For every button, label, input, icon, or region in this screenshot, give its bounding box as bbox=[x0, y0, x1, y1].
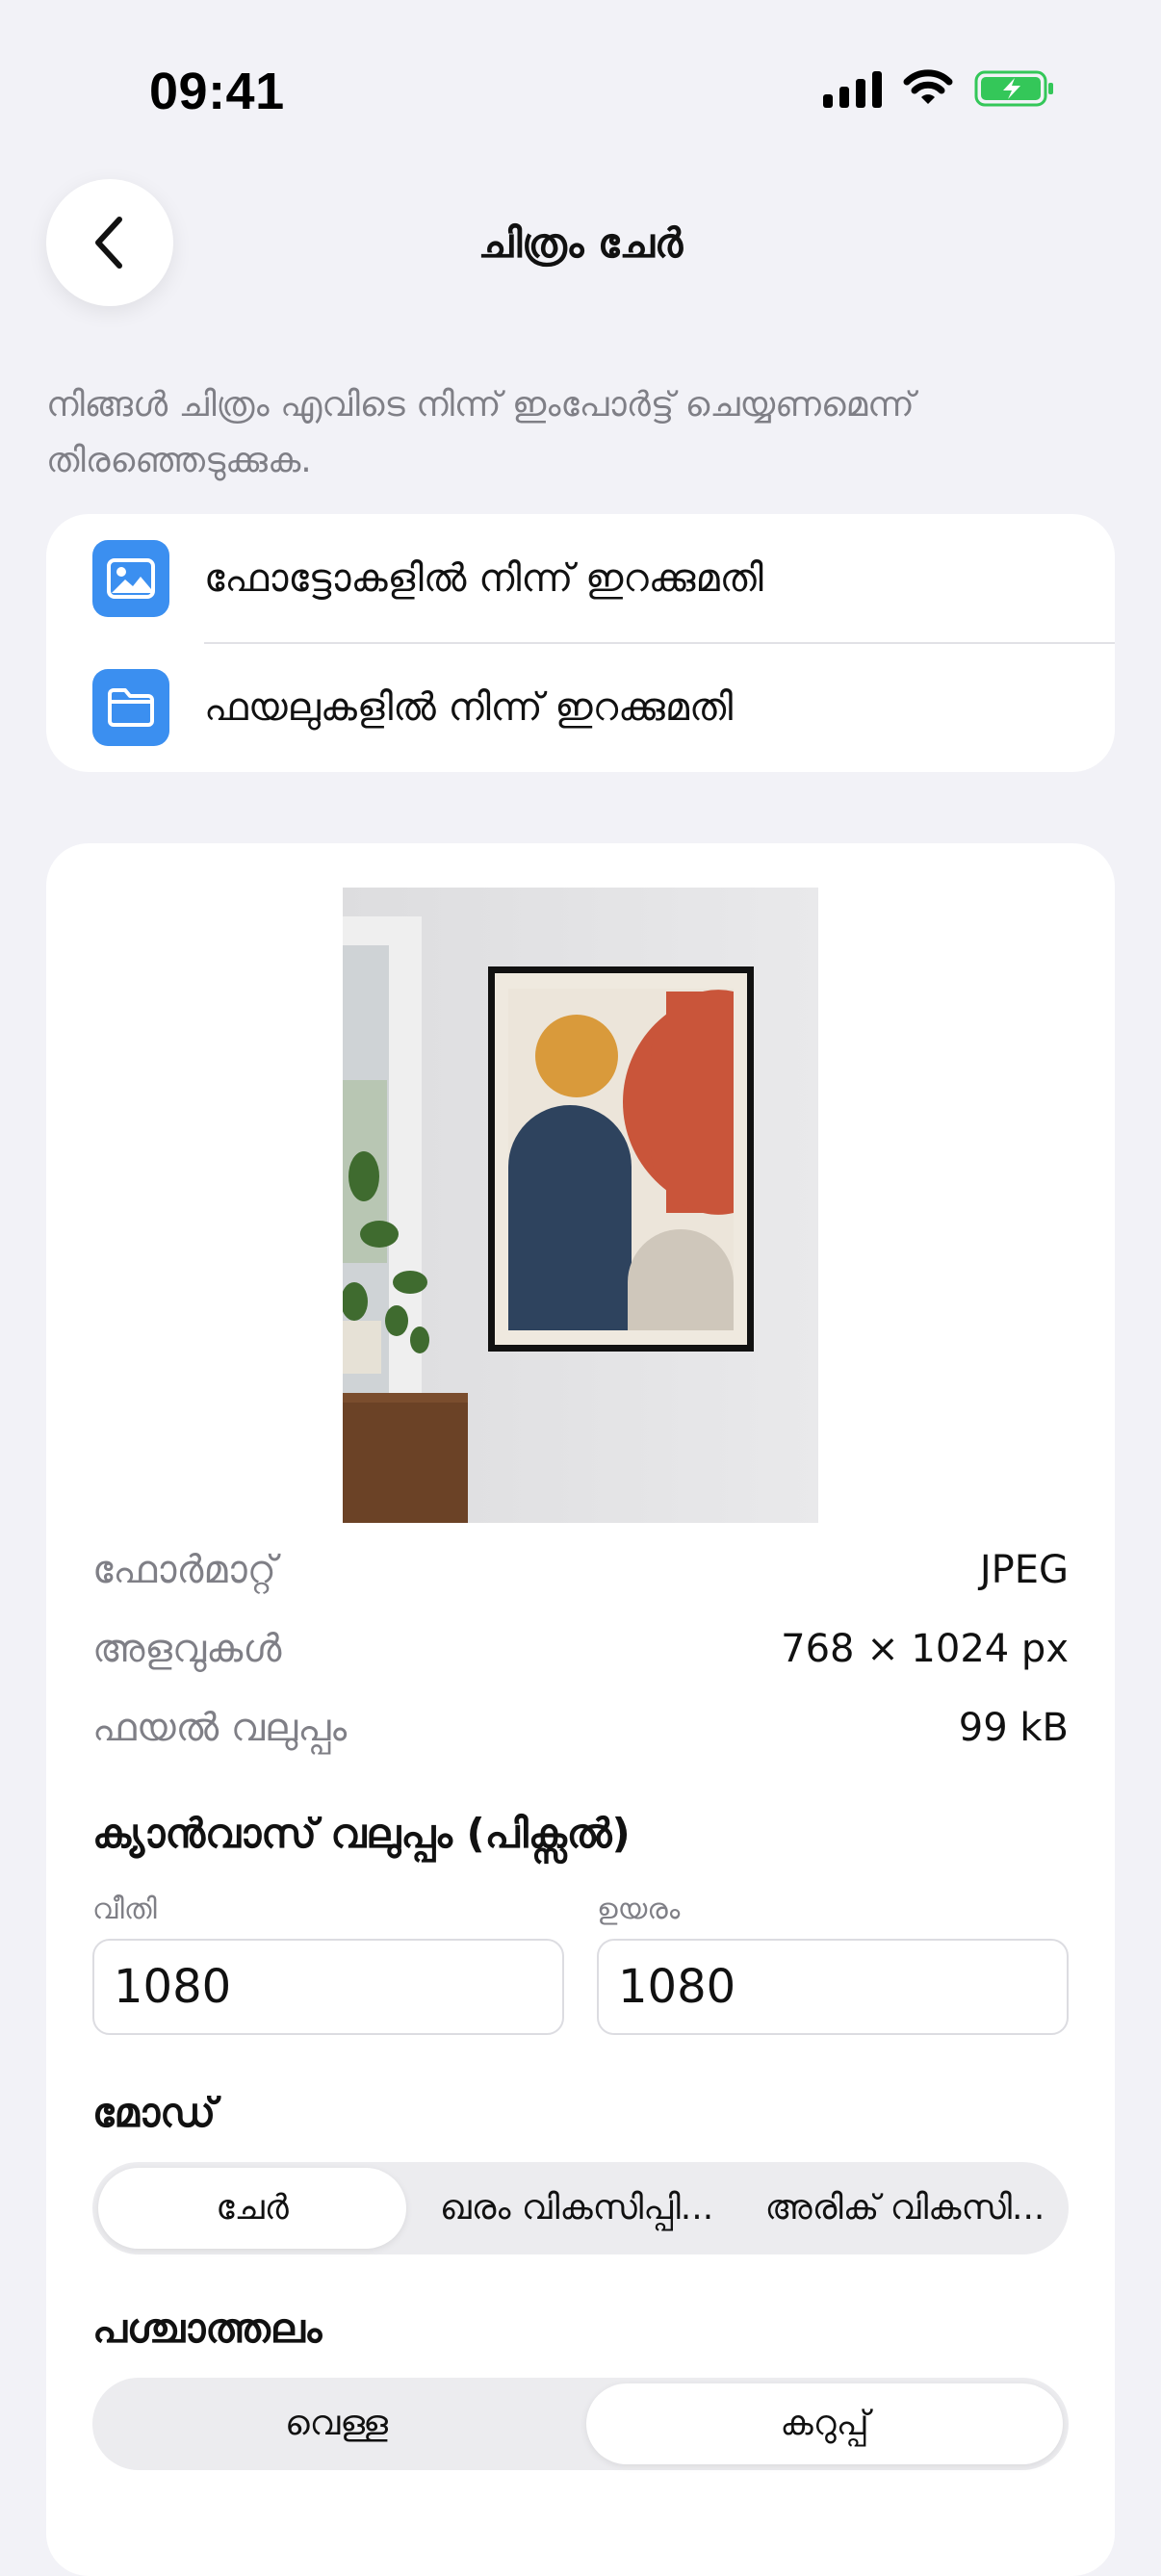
format-value: JPEG bbox=[979, 1548, 1069, 1592]
page-title: ചിത്രം ചേർ bbox=[477, 219, 684, 267]
import-from-photos-label: ഫോട്ടോകളിൽ നിന്ന് ഇറക്കുമതി bbox=[204, 556, 763, 601]
dimensions-label: അളവുകൾ bbox=[92, 1627, 282, 1671]
height-label: ഉയരം bbox=[597, 1893, 681, 1926]
dimensions-value: 768 × 1024 px bbox=[781, 1627, 1069, 1671]
height-input[interactable]: 1080 bbox=[597, 1939, 1069, 2035]
import-from-photos-row[interactable]: ഫോട്ടോകളിൽ നിന്ന് ഇറക്കുമതി bbox=[46, 514, 1115, 644]
format-row: ഫോർമാറ്റ് JPEG bbox=[92, 1548, 1069, 1606]
background-title: പശ്ചാത്തലം bbox=[92, 2305, 322, 2352]
background-option-black[interactable]: കറുപ്പ് bbox=[586, 2383, 1063, 2464]
filesize-value: 99 kB bbox=[958, 1706, 1069, 1750]
format-label: ഫോർമാറ്റ് bbox=[92, 1548, 276, 1592]
mode-option-edge-extend[interactable]: അരിക് വികസി... bbox=[747, 2168, 1063, 2249]
mode-option-solid-extend[interactable]: ഖരം വികസിപ്പി... bbox=[418, 2168, 735, 2249]
import-from-files-label: ഫയലുകളിൽ നിന്ന് ഇറക്കുമതി bbox=[204, 685, 734, 730]
image-preview bbox=[343, 888, 818, 1523]
mode-title: മോഡ് bbox=[92, 2089, 217, 2136]
filesize-label: ഫയൽ വലുപ്പം bbox=[92, 1706, 348, 1750]
filesize-row: ഫയൽ വലുപ്പം 99 kB bbox=[92, 1706, 1069, 1764]
mode-option-add[interactable]: ചേർ bbox=[98, 2168, 406, 2249]
folder-icon bbox=[92, 669, 169, 746]
width-input[interactable]: 1080 bbox=[92, 1939, 564, 2035]
mode-segmented-control: ചേർ ഖരം വികസിപ്പി... അരിക് വികസി... bbox=[92, 2162, 1069, 2254]
canvas-size-title: ക്യാൻവാസ് വലുപ്പം (പിക്സൽ) bbox=[92, 1810, 631, 1857]
status-time: 09:41 bbox=[149, 63, 285, 120]
battery-charging-icon bbox=[974, 70, 1053, 107]
width-label: വീതി bbox=[92, 1893, 157, 1926]
status-icons bbox=[823, 69, 1055, 108]
background-option-white[interactable]: വെള്ള bbox=[98, 2383, 575, 2464]
photo-icon bbox=[92, 540, 169, 617]
wifi-icon bbox=[903, 69, 953, 104]
dimensions-row: അളവുകൾ 768 × 1024 px bbox=[92, 1627, 1069, 1685]
background-segmented-control: വെള്ള കറുപ്പ് bbox=[92, 2378, 1069, 2470]
description-text: നിങ്ങൾ ചിത്രം എവിടെ നിന്ന് ഇംപോർട്ട് ചെയ… bbox=[46, 385, 915, 480]
cellular-signal-icon bbox=[823, 69, 882, 108]
import-options-card: ഫോട്ടോകളിൽ നിന്ന് ഇറക്കുമതി ഫയലുകളിൽ നിന… bbox=[46, 514, 1115, 772]
import-from-files-row[interactable]: ഫയലുകളിൽ നിന്ന് ഇറക്കുമതി bbox=[46, 643, 1115, 772]
